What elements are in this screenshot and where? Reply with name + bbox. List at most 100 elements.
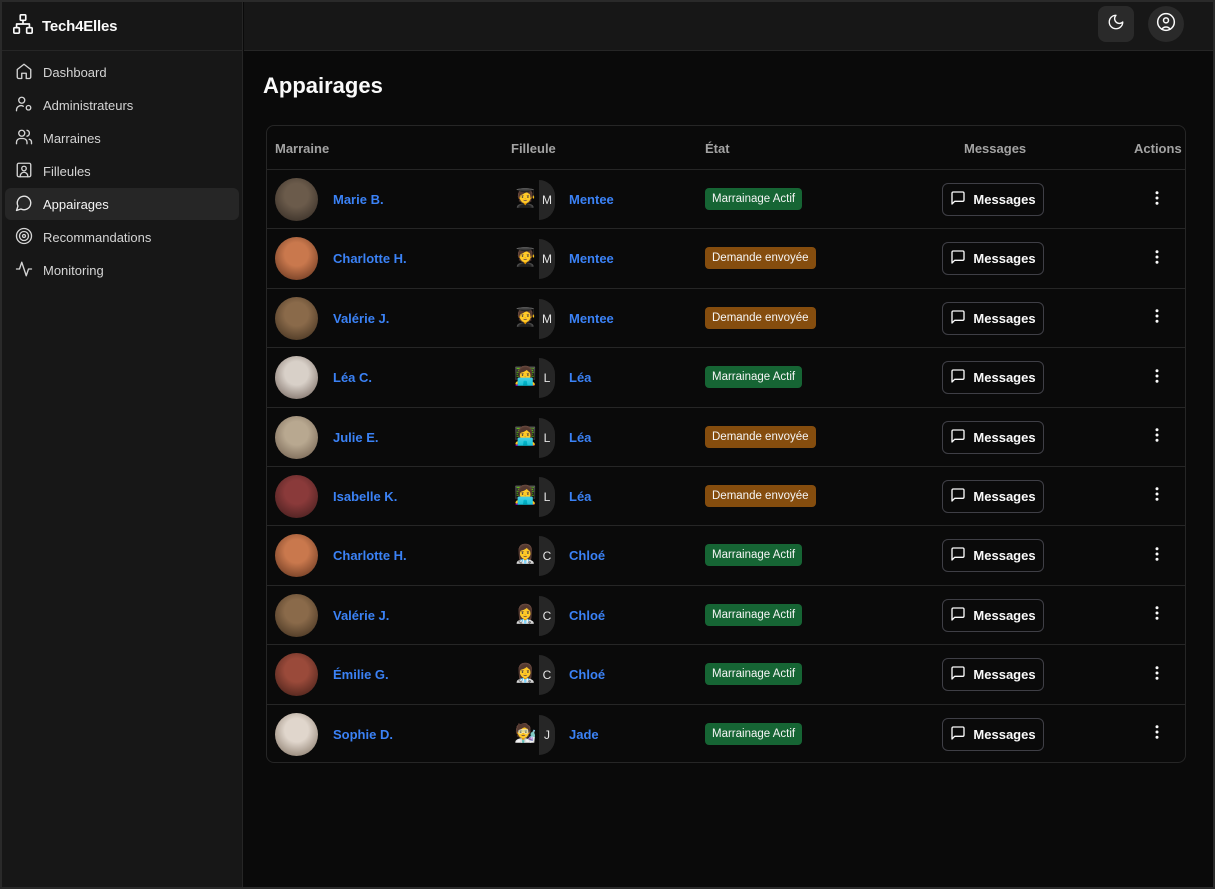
messages-button-label: Messages — [973, 429, 1036, 445]
sidebar-item-filleules[interactable]: Filleules — [5, 155, 239, 187]
table-row: Émilie G. 👩‍⚕️ C Chloé Marrainage Actif … — [267, 645, 1185, 705]
row-actions-button[interactable] — [1147, 665, 1167, 685]
sidebar: Tech4Elles Dashboard Administrateurs Mar… — [2, 2, 243, 887]
status-badge: Marrainage Actif — [705, 722, 803, 745]
marraine-name-link[interactable]: Émilie G. — [333, 667, 389, 682]
messages-button[interactable]: Messages — [942, 361, 1044, 395]
filleule-name-link[interactable]: Mentee — [569, 251, 614, 266]
more-vertical-icon — [1148, 664, 1166, 687]
filleule-name-link[interactable]: Chloé — [569, 608, 605, 623]
page-title: Appairages — [263, 73, 383, 98]
marraine-avatar[interactable] — [275, 296, 318, 340]
marraine-avatar[interactable] — [275, 712, 318, 756]
status-badge: Demande envoyée — [705, 306, 816, 329]
column-header-messages: Messages — [964, 141, 1027, 156]
filleule-name-link[interactable]: Léa — [569, 370, 591, 385]
network-icon — [12, 13, 34, 40]
marraine-name-link[interactable]: Léa C. — [333, 370, 372, 385]
marraine-name-link[interactable]: Isabelle K. — [333, 489, 397, 504]
marraine-name-link[interactable]: Charlotte H. — [333, 548, 407, 563]
more-vertical-icon — [1148, 426, 1166, 449]
table-row: Sophie D. 🧑‍🔬 J Jade Marrainage Actif Me… — [267, 705, 1185, 762]
row-actions-button[interactable] — [1147, 190, 1167, 210]
filleule-name-link[interactable]: Chloé — [569, 667, 605, 682]
top-header — [244, 2, 1213, 51]
theme-toggle-button[interactable] — [1098, 6, 1134, 42]
filleule-initial-badge: M — [539, 239, 555, 280]
home-icon — [15, 62, 33, 83]
marraine-name-link[interactable]: Marie B. — [333, 192, 384, 207]
filleule-name-link[interactable]: Mentee — [569, 192, 614, 207]
messages-button[interactable]: Messages — [942, 598, 1044, 632]
messages-button-label: Messages — [973, 370, 1036, 386]
marraine-avatar[interactable] — [275, 415, 318, 459]
messages-button[interactable]: Messages — [942, 301, 1044, 335]
row-actions-button[interactable] — [1147, 428, 1167, 448]
marraine-avatar[interactable] — [275, 474, 318, 518]
row-actions-button[interactable] — [1147, 249, 1167, 269]
row-actions-button[interactable] — [1147, 487, 1167, 507]
messages-button[interactable]: Messages — [942, 479, 1044, 513]
marraine-avatar[interactable] — [275, 237, 318, 281]
marraine-name-link[interactable]: Sophie D. — [333, 727, 393, 742]
sidebar-item-marraines[interactable]: Marraines — [5, 122, 239, 154]
message-square-icon — [950, 546, 966, 565]
filleule-initial-badge: L — [539, 358, 555, 399]
filleule-initial-badge: C — [539, 536, 555, 577]
messages-button-label: Messages — [973, 548, 1036, 564]
row-actions-button[interactable] — [1147, 606, 1167, 626]
messages-button-label: Messages — [973, 488, 1036, 504]
table-body: Marie B. 🧑‍🎓 M Mentee Marrainage Actif M… — [267, 170, 1185, 762]
message-square-icon — [950, 606, 966, 625]
marraine-name-link[interactable]: Valérie J. — [333, 608, 389, 623]
activity-icon — [15, 260, 33, 281]
more-vertical-icon — [1148, 189, 1166, 212]
table-row: Valérie J. 👩‍⚕️ C Chloé Marrainage Actif… — [267, 586, 1185, 646]
message-square-icon — [950, 190, 966, 209]
messages-button[interactable]: Messages — [942, 420, 1044, 454]
sidebar-item-administrateurs[interactable]: Administrateurs — [5, 89, 239, 121]
sidebar-item-dashboard[interactable]: Dashboard — [5, 56, 239, 88]
marraine-name-link[interactable]: Julie E. — [333, 430, 379, 445]
sidebar-item-label: Appairages — [43, 196, 109, 212]
filleule-name-link[interactable]: Léa — [569, 430, 591, 445]
row-actions-button[interactable] — [1147, 309, 1167, 329]
moon-icon — [1107, 13, 1125, 36]
messages-button[interactable]: Messages — [942, 242, 1044, 276]
marraine-avatar[interactable] — [275, 178, 318, 221]
marraine-name-link[interactable]: Valérie J. — [333, 311, 389, 326]
messages-button[interactable]: Messages — [942, 183, 1044, 216]
filleule-initial-badge: M — [539, 298, 555, 339]
user-menu-button[interactable] — [1148, 6, 1184, 42]
messages-button-label: Messages — [973, 726, 1036, 742]
sidebar-item-monitoring[interactable]: Monitoring — [5, 254, 239, 286]
filleule-avatar-emoji: 👩‍💻 — [514, 425, 537, 447]
filleule-avatar-emoji: 👩‍⚕️ — [514, 663, 537, 685]
more-vertical-icon — [1148, 367, 1166, 390]
filleule-name-link[interactable]: Léa — [569, 489, 591, 504]
message-circle-icon — [15, 194, 33, 215]
messages-button[interactable]: Messages — [942, 717, 1044, 751]
sidebar-item-appairages[interactable]: Appairages — [5, 188, 239, 220]
row-actions-button[interactable] — [1147, 546, 1167, 566]
messages-button[interactable]: Messages — [942, 658, 1044, 692]
row-actions-button[interactable] — [1147, 725, 1167, 745]
marraine-avatar[interactable] — [275, 593, 318, 637]
marraine-name-link[interactable]: Charlotte H. — [333, 251, 407, 266]
filleule-name-link[interactable]: Jade — [569, 727, 599, 742]
messages-button[interactable]: Messages — [942, 539, 1044, 573]
marraine-avatar[interactable] — [275, 534, 318, 578]
status-badge: Marrainage Actif — [705, 366, 803, 389]
status-badge: Demande envoyée — [705, 484, 816, 507]
marraine-avatar[interactable] — [275, 653, 318, 697]
row-actions-button[interactable] — [1147, 368, 1167, 388]
filleule-initial-badge: J — [539, 714, 555, 755]
brand[interactable]: Tech4Elles — [2, 2, 242, 51]
filleule-name-link[interactable]: Chloé — [569, 548, 605, 563]
filleule-name-link[interactable]: Mentee — [569, 311, 614, 326]
filleule-avatar-emoji: 🧑‍🔬 — [514, 722, 537, 744]
status-badge: Marrainage Actif — [705, 663, 803, 686]
sidebar-item-recommandations[interactable]: Recommandations — [5, 221, 239, 253]
filleule-avatar-emoji: 🧑‍🎓 — [514, 247, 537, 269]
marraine-avatar[interactable] — [275, 356, 318, 400]
